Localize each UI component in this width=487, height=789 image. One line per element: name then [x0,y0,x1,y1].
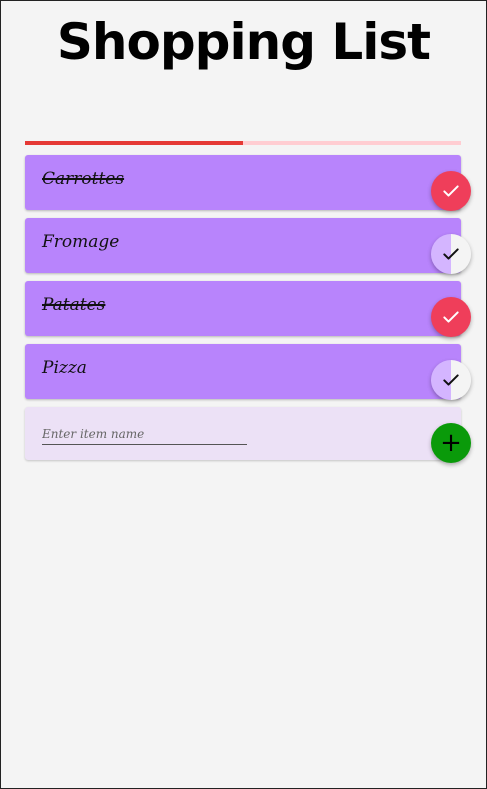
plus-icon: + [440,428,462,458]
item-label: Patates [42,295,106,315]
progress-bar-fill [25,141,243,145]
check-icon [443,374,459,386]
toggle-done-button[interactable] [431,234,471,274]
toggle-done-button[interactable] [431,171,471,211]
add-item-button[interactable]: + [431,423,471,463]
item-label: Pizza [42,358,87,378]
toggle-done-button[interactable] [431,297,471,337]
add-item-row: + [25,407,471,463]
list-item: Pizza [25,344,471,400]
check-icon [443,185,459,197]
page-title: Shopping List [56,13,431,71]
list-item: Fromage [25,218,471,274]
item-name-input[interactable] [42,423,247,445]
check-icon [443,248,459,260]
toggle-done-button[interactable] [431,360,471,400]
shopping-list: Carrottes Fromage Patates Pizza + [25,155,471,463]
list-item: Carrottes [25,155,471,211]
item-label: Carrottes [42,169,125,189]
item-label: Fromage [42,232,120,252]
progress-bar [25,141,461,145]
check-icon [443,311,459,323]
list-item: Patates [25,281,471,337]
